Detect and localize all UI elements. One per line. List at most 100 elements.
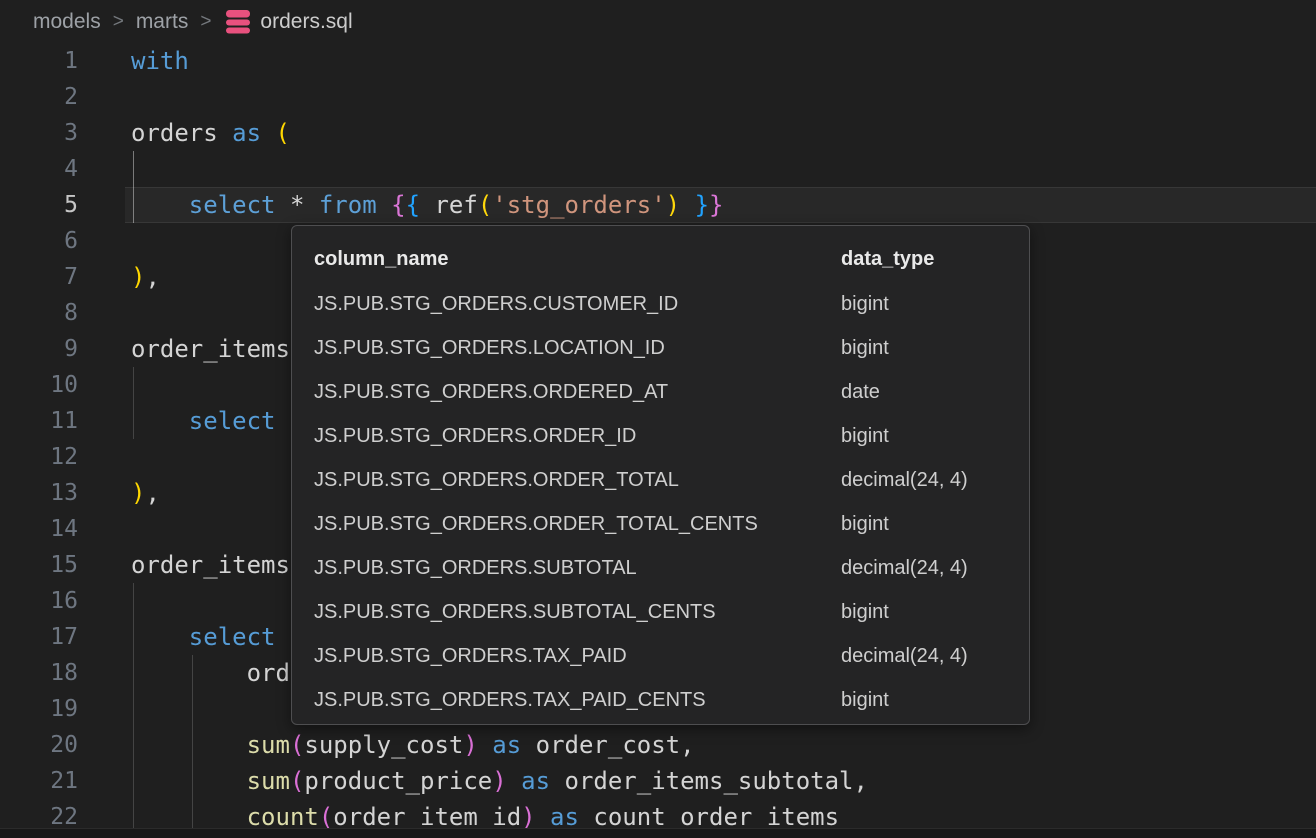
popup-row: JS.PUB.STG_ORDERS.ORDER_TOTAL_CENTSbigin… xyxy=(292,502,1029,546)
line-number: 18 xyxy=(0,655,78,691)
code-line-text xyxy=(78,691,131,727)
indent-guide xyxy=(133,583,134,619)
database-icon xyxy=(225,10,251,34)
popup-cell-data-type: bigint xyxy=(841,502,1029,546)
popup-cell-column-name: JS.PUB.STG_ORDERS.ORDER_ID xyxy=(314,414,841,458)
line-number: 2 xyxy=(0,79,78,115)
indent-guide xyxy=(133,187,134,223)
indent-guide xyxy=(133,727,134,763)
code-line-text: ), xyxy=(78,259,160,295)
code-line-text xyxy=(78,367,131,403)
editor-bottom-edge xyxy=(0,828,1316,838)
popup-row: JS.PUB.STG_ORDERS.SUBTOTALdecimal(24, 4) xyxy=(292,546,1029,590)
line-number: 21 xyxy=(0,763,78,799)
popup-row: JS.PUB.STG_ORDERS.TAX_PAIDdecimal(24, 4) xyxy=(292,634,1029,678)
line-number: 14 xyxy=(0,511,78,547)
code-line-text: sum(product_price) as order_items_subtot… xyxy=(78,763,868,799)
code-line-text: orders as ( xyxy=(78,115,290,151)
popup-cell-data-type: decimal(24, 4) xyxy=(841,546,1029,590)
popup-cell-column-name: JS.PUB.STG_ORDERS.TAX_PAID_CENTS xyxy=(314,678,841,722)
popup-header-column-name: column_name xyxy=(314,236,841,282)
popup-cell-data-type: decimal(24, 4) xyxy=(841,634,1029,678)
popup-row: JS.PUB.STG_ORDERS.TAX_PAID_CENTSbigint xyxy=(292,678,1029,722)
code-line-text: with xyxy=(78,43,189,79)
breadcrumb-file-name[interactable]: orders.sql xyxy=(260,10,352,34)
line-number: 11 xyxy=(0,403,78,439)
indent-guide xyxy=(133,619,134,655)
popup-cell-data-type: bigint xyxy=(841,414,1029,458)
code-line[interactable]: 2 xyxy=(0,79,1316,115)
popup-cell-column-name: JS.PUB.STG_ORDERS.LOCATION_ID xyxy=(314,326,841,370)
line-number: 13 xyxy=(0,475,78,511)
popup-row: JS.PUB.STG_ORDERS.ORDERED_ATdate xyxy=(292,370,1029,414)
popup-cell-data-type: date xyxy=(841,370,1029,414)
code-line[interactable]: 4 xyxy=(0,151,1316,187)
line-number: 12 xyxy=(0,439,78,475)
popup-cell-column-name: JS.PUB.STG_ORDERS.CUSTOMER_ID xyxy=(314,282,841,326)
indent-guide xyxy=(192,727,193,763)
indent-guide xyxy=(133,367,134,403)
editor-window: { "breadcrumb": { "separator": ">", "seg… xyxy=(0,0,1316,838)
code-line-text: select xyxy=(78,403,276,439)
popup-cell-column-name: JS.PUB.STG_ORDERS.SUBTOTAL xyxy=(314,546,841,590)
indent-guide xyxy=(192,655,193,691)
popup-cell-column-name: JS.PUB.STG_ORDERS.ORDERED_AT xyxy=(314,370,841,414)
indent-guide xyxy=(133,151,134,187)
breadcrumb-item-marts[interactable]: marts xyxy=(136,10,189,34)
popup-cell-data-type: bigint xyxy=(841,678,1029,722)
code-line-text xyxy=(78,511,131,547)
popup-row: JS.PUB.STG_ORDERS.ORDER_TOTALdecimal(24,… xyxy=(292,458,1029,502)
line-number: 6 xyxy=(0,223,78,259)
popup-cell-column-name: JS.PUB.STG_ORDERS.TAX_PAID xyxy=(314,634,841,678)
code-line[interactable]: 21 sum(product_price) as order_items_sub… xyxy=(0,763,1316,799)
popup-cell-data-type: decimal(24, 4) xyxy=(841,458,1029,502)
line-number: 10 xyxy=(0,367,78,403)
code-line[interactable]: 20 sum(supply_cost) as order_cost, xyxy=(0,727,1316,763)
code-line-text xyxy=(78,223,131,259)
code-line-text: order_items xyxy=(78,547,290,583)
code-line-text: ), xyxy=(78,475,160,511)
popup-header-data-type: data_type xyxy=(841,236,1029,282)
line-number: 17 xyxy=(0,619,78,655)
code-line-text: order_items xyxy=(78,331,290,367)
line-number: 4 xyxy=(0,151,78,187)
line-number: 20 xyxy=(0,727,78,763)
code-line-text: select xyxy=(78,619,276,655)
code-line-text xyxy=(78,295,131,331)
line-number: 15 xyxy=(0,547,78,583)
code-line[interactable]: 1with xyxy=(0,43,1316,79)
popup-cell-column-name: JS.PUB.STG_ORDERS.ORDER_TOTAL xyxy=(314,458,841,502)
breadcrumb-item-models[interactable]: models xyxy=(33,10,101,34)
popup-row: JS.PUB.STG_ORDERS.CUSTOMER_IDbigint xyxy=(292,282,1029,326)
line-number: 1 xyxy=(0,43,78,79)
line-number: 19 xyxy=(0,691,78,727)
code-line-text: sum(supply_cost) as order_cost, xyxy=(78,727,695,763)
indent-guide xyxy=(192,691,193,727)
indent-guide xyxy=(192,763,193,799)
code-line-text: select * from {{ ref('stg_orders') }} xyxy=(78,187,723,223)
indent-guide xyxy=(133,655,134,691)
breadcrumb: models > marts > orders.sql xyxy=(0,0,1316,43)
popup-row: JS.PUB.STG_ORDERS.ORDER_IDbigint xyxy=(292,414,1029,458)
line-number: 7 xyxy=(0,259,78,295)
popup-cell-data-type: bigint xyxy=(841,282,1029,326)
chevron-right-icon: > xyxy=(200,11,211,33)
indent-guide xyxy=(133,403,134,439)
hover-popup: column_name data_type JS.PUB.STG_ORDERS.… xyxy=(291,225,1030,725)
code-line[interactable]: 5 select * from {{ ref('stg_orders') }} xyxy=(0,187,1316,223)
popup-rows: JS.PUB.STG_ORDERS.CUSTOMER_IDbigintJS.PU… xyxy=(292,282,1029,722)
popup-row: JS.PUB.STG_ORDERS.LOCATION_IDbigint xyxy=(292,326,1029,370)
popup-header-row: column_name data_type xyxy=(292,236,1029,282)
code-line-text xyxy=(78,583,131,619)
popup-cell-data-type: bigint xyxy=(841,590,1029,634)
code-line-text: ord xyxy=(78,655,290,691)
line-number: 5 xyxy=(0,187,78,223)
code-line-text xyxy=(78,79,131,115)
line-number: 16 xyxy=(0,583,78,619)
popup-cell-data-type: bigint xyxy=(841,326,1029,370)
indent-guide xyxy=(133,763,134,799)
code-line-text xyxy=(78,151,131,187)
code-line[interactable]: 3orders as ( xyxy=(0,115,1316,151)
indent-guide xyxy=(133,691,134,727)
line-number: 3 xyxy=(0,115,78,151)
